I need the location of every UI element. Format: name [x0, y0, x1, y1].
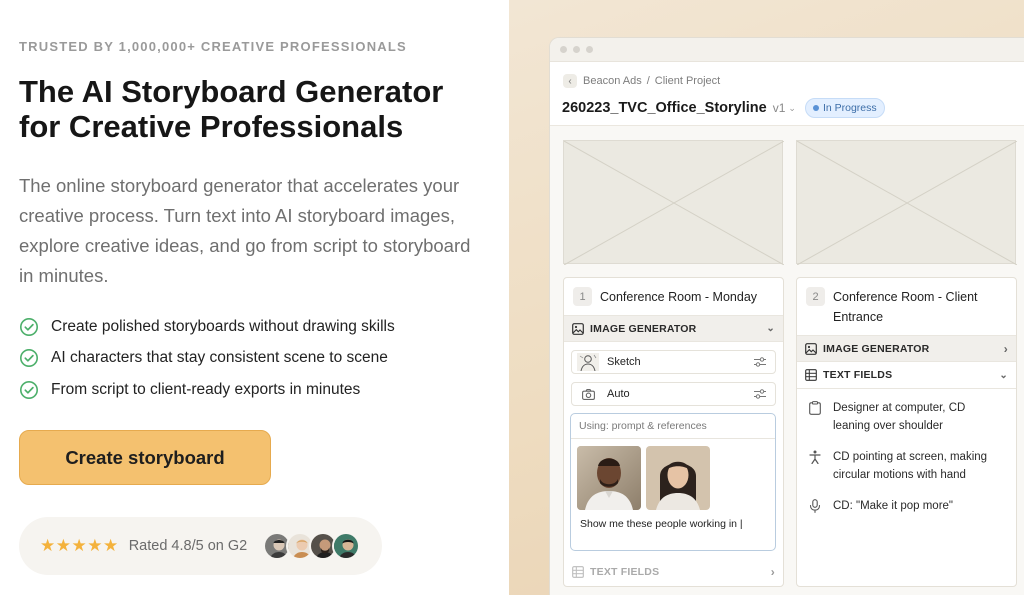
feature-item: Create polished storyboards without draw… — [19, 311, 395, 343]
microphone-icon — [809, 497, 823, 513]
style-option-label: Sketch — [607, 356, 641, 368]
scene-title[interactable]: Conference Room - Client Entrance — [833, 287, 1007, 327]
mode-option-label: Auto — [607, 388, 630, 400]
scene-frame-placeholder[interactable] — [563, 140, 784, 265]
project-title: 260223_TVC_Office_Storyline — [562, 100, 767, 116]
rating-pill: ★★★★★ Rated 4.8/5 on G2 — [19, 517, 382, 575]
feature-list: Create polished storyboards without draw… — [19, 311, 395, 406]
section-label: TEXT FIELDS — [590, 565, 660, 578]
scene-card-2: 2 Conference Room - Client Entrance IMAG… — [796, 277, 1017, 587]
chevron-right-icon: › — [770, 564, 775, 579]
image-icon — [572, 322, 584, 335]
create-storyboard-button[interactable]: Create storyboard — [19, 430, 271, 485]
breadcrumb-project[interactable]: Client Project — [655, 75, 720, 87]
avatar — [332, 532, 361, 560]
section-label: IMAGE GENERATOR — [590, 322, 697, 335]
app-window: ‹ Beacon Ads / Client Project 260223_TVC… — [549, 37, 1024, 595]
style-option[interactable]: Sketch — [571, 350, 776, 374]
text-field-value: Designer at computer, CD leaning over sh… — [833, 402, 966, 432]
scene-card-1: 1 Conference Room - Monday IMAGE GENERAT… — [563, 277, 784, 587]
scene-title[interactable]: Conference Room - Monday — [600, 287, 757, 307]
image-generator-section[interactable]: IMAGE GENERATOR › — [797, 335, 1016, 362]
project-title-row: 260223_TVC_Office_Storyline v1 ⌄ In Prog… — [562, 98, 885, 118]
hero-section: TRUSTED BY 1,000,000+ CREATIVE PROFESSIO… — [0, 0, 509, 595]
check-circle-icon — [19, 348, 39, 368]
prompt-context-label: Using: prompt & references — [571, 414, 775, 439]
figure-icon — [809, 448, 823, 464]
window-titlebar — [550, 38, 1024, 62]
breadcrumb-separator: / — [646, 75, 650, 87]
window-dot — [573, 46, 580, 53]
avatar-group — [263, 532, 361, 560]
mode-option[interactable]: Auto — [571, 382, 776, 406]
image-icon — [805, 342, 817, 355]
text-fields-section[interactable]: TEXT FIELDS ⌄ — [797, 362, 1016, 389]
scene-header: 2 Conference Room - Client Entrance — [797, 278, 1016, 335]
chevron-down-icon: ⌄ — [766, 323, 775, 334]
scene-frame-placeholder[interactable] — [796, 140, 1017, 265]
sketch-thumbnail-icon — [577, 353, 599, 371]
scene-number: 2 — [806, 287, 825, 306]
reference-image-man[interactable] — [577, 446, 641, 510]
check-circle-icon — [19, 317, 39, 337]
status-dot-icon — [812, 105, 819, 111]
scene-number: 1 — [573, 287, 592, 306]
text-fields-section-collapsed[interactable]: TEXT FIELDS › — [564, 558, 783, 585]
image-generator-section[interactable]: IMAGE GENERATOR ⌄ — [564, 315, 783, 342]
feature-text: AI characters that stay consistent scene… — [51, 349, 388, 367]
feature-text: From script to client-ready exports in m… — [51, 380, 361, 398]
section-label: IMAGE GENERATOR — [823, 342, 930, 355]
status-text: In Progress — [822, 102, 877, 114]
window-dot — [560, 46, 567, 53]
text-field-row[interactable]: Designer at computer, CD leaning over sh… — [797, 399, 1016, 435]
status-badge[interactable]: In Progress — [804, 98, 885, 118]
breadcrumb: ‹ Beacon Ads / Client Project — [563, 74, 720, 88]
section-label: TEXT FIELDS — [823, 369, 893, 381]
reference-image-woman[interactable] — [646, 446, 710, 510]
project-header: ‹ Beacon Ads / Client Project 260223_TVC… — [550, 62, 1024, 126]
table-icon — [805, 369, 817, 381]
prompt-text[interactable]: Show me these people working in | — [580, 518, 743, 530]
feature-item: From script to client-ready exports in m… — [19, 374, 395, 406]
chevron-down-icon[interactable]: ⌄ — [788, 103, 796, 114]
clipboard-icon — [809, 399, 823, 415]
table-icon — [572, 565, 584, 578]
window-dot — [586, 46, 593, 53]
text-field-value: CD: "Make it pop more" — [833, 500, 954, 512]
breadcrumb-team[interactable]: Beacon Ads — [583, 75, 642, 87]
hero-title: The AI Storyboard Generator for Creative… — [19, 74, 444, 144]
prompt-box[interactable]: Using: prompt & references Show me these… — [570, 413, 776, 551]
feature-item: AI characters that stay consistent scene… — [19, 343, 395, 375]
chevron-down-icon: ⌄ — [999, 369, 1008, 381]
scene-header: 1 Conference Room - Monday — [564, 278, 783, 315]
camera-icon — [577, 385, 599, 403]
tune-icon[interactable] — [754, 389, 766, 399]
text-field-row[interactable]: CD: "Make it pop more" — [797, 497, 1016, 515]
back-chevron-icon[interactable]: ‹ — [563, 74, 577, 88]
version-selector[interactable]: v1 — [773, 101, 786, 115]
check-circle-icon — [19, 380, 39, 400]
hero-subtitle: The online storyboard generator that acc… — [19, 175, 471, 286]
chevron-right-icon: › — [1003, 341, 1008, 356]
rating-text: Rated 4.8/5 on G2 — [128, 538, 248, 554]
tune-icon[interactable] — [754, 357, 766, 367]
text-field-value: CD pointing at screen, making circular m… — [833, 451, 988, 481]
feature-text: Create polished storyboards without draw… — [51, 317, 395, 335]
text-field-row[interactable]: CD pointing at screen, making circular m… — [797, 448, 1016, 484]
hero-eyebrow: TRUSTED BY 1,000,000+ CREATIVE PROFESSIO… — [19, 39, 407, 54]
rating-stars-icon: ★★★★★ — [40, 536, 119, 555]
